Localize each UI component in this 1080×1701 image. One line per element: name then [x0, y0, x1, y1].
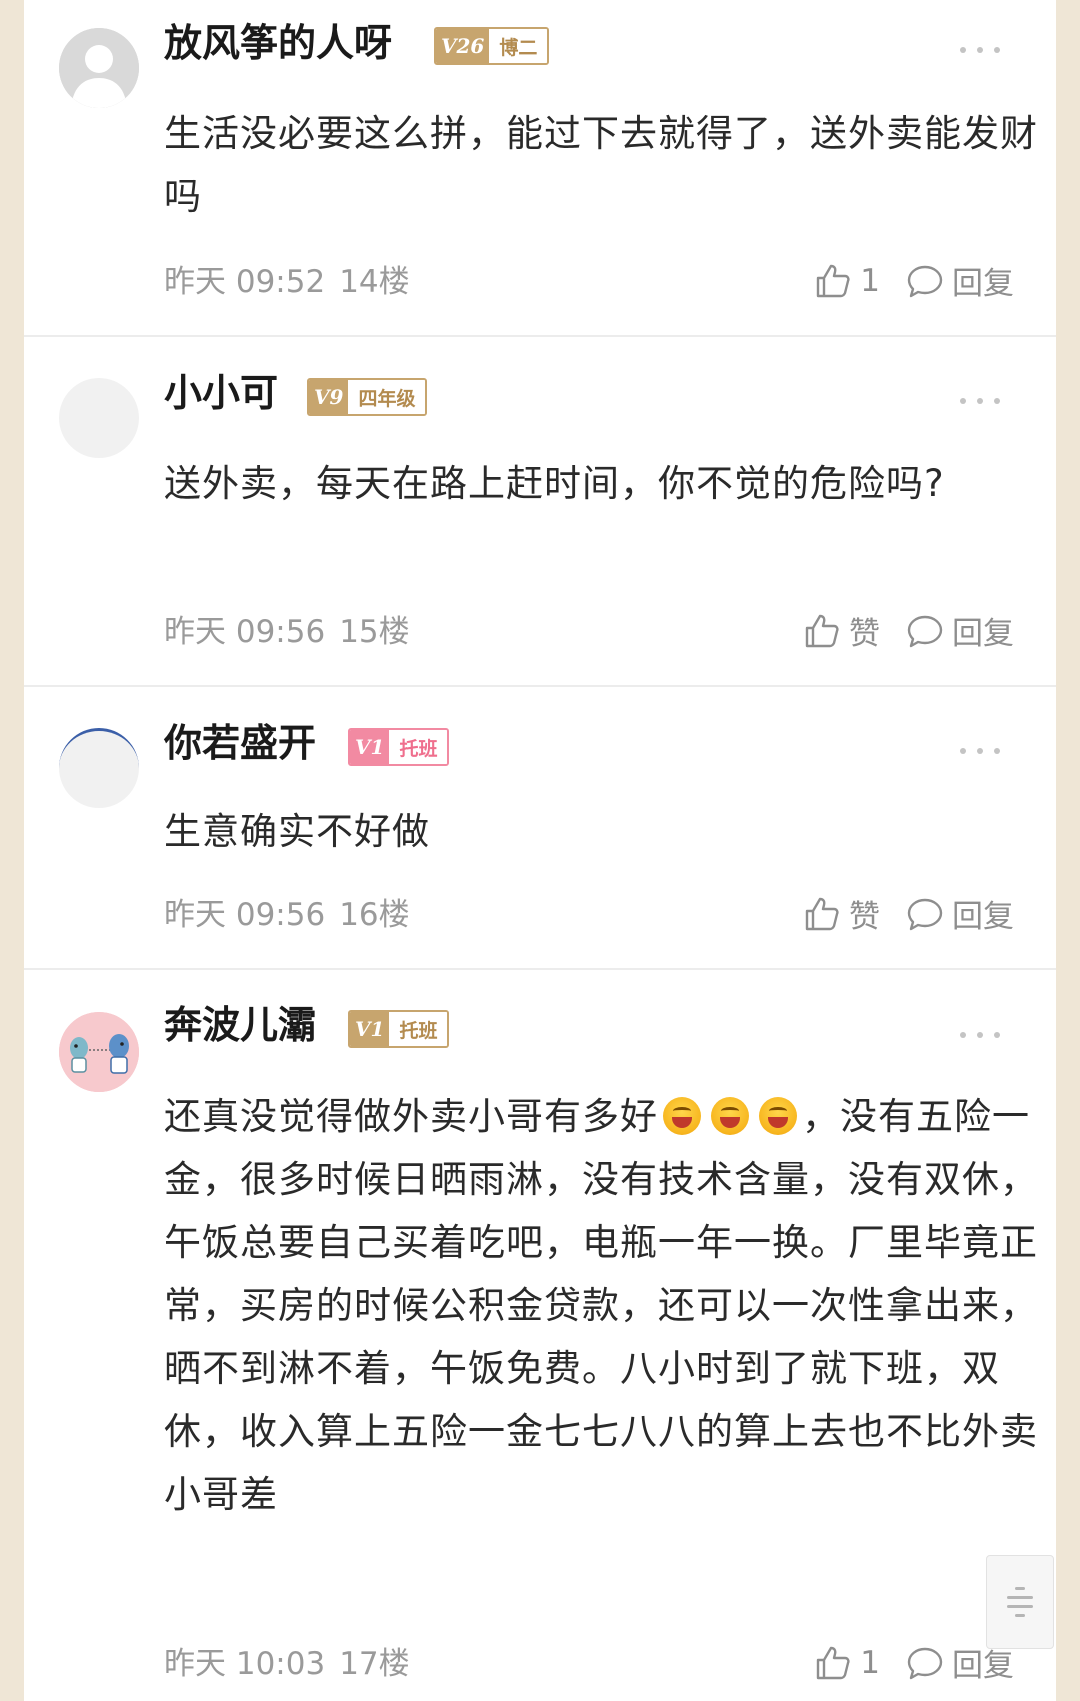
avatar[interactable]: [59, 728, 139, 808]
comment-text-part: 还真没觉得做外卖小哥有多好: [164, 1095, 658, 1138]
divider: [24, 968, 1056, 970]
comment-actions: 赞 回复: [803, 891, 1014, 936]
comment-meta: 昨天 10:03 17楼: [164, 1638, 410, 1683]
comment-time: 昨天 10:03: [164, 1646, 326, 1682]
divider: [24, 685, 1056, 687]
comment-floor: 17楼: [339, 1646, 410, 1682]
username[interactable]: 你若盛开: [164, 720, 316, 766]
laughing-emoji-icon: [759, 1097, 797, 1135]
speech-bubble-icon: [907, 615, 943, 647]
username[interactable]: 小小可: [164, 370, 278, 416]
level-title: 托班: [389, 730, 448, 764]
comment-floor: 14楼: [339, 264, 410, 300]
comment-meta: 昨天 09:56 15楼: [164, 606, 410, 651]
like-count: 1: [860, 262, 880, 299]
more-dots-icon[interactable]: [960, 746, 1000, 756]
level-badge: V26 博二: [434, 27, 550, 65]
level-badge: V9 四年级: [307, 378, 428, 416]
reply-label: 回复: [952, 616, 1014, 652]
like-button[interactable]: 赞: [803, 608, 880, 653]
like-label: 赞: [849, 616, 880, 652]
level-title: 博二: [489, 29, 548, 63]
level-label: V1: [350, 1012, 390, 1046]
comment-time: 昨天 09:52: [164, 264, 326, 300]
level-label: V1: [350, 730, 390, 764]
level-badge: V1 托班: [348, 728, 450, 766]
like-button[interactable]: 1: [814, 1644, 880, 1682]
comment-floor: 15楼: [339, 614, 410, 650]
like-count: 1: [860, 1644, 880, 1681]
comment-list: 放风筝的人呀 V26 博二 生活没必要这么拼，能过下去就得了，送外卖能发财吗 昨…: [24, 0, 1056, 1701]
avatar[interactable]: [59, 1012, 139, 1092]
divider: [24, 335, 1056, 337]
level-title: 托班: [389, 1012, 448, 1046]
default-avatar-icon: [59, 28, 139, 108]
comment-text: 生活没必要这么拼，能过下去就得了，送外卖能发财吗: [164, 112, 1038, 218]
thumbs-up-icon: [805, 897, 839, 930]
comment-actions: 1 回复: [814, 1640, 1014, 1685]
laughing-emoji-icon: [711, 1097, 749, 1135]
more-dots-icon[interactable]: [960, 396, 1000, 406]
comment-text: 生意确实不好做: [164, 810, 430, 853]
username[interactable]: 放风筝的人呀: [164, 20, 392, 66]
thumbs-up-icon: [805, 614, 839, 647]
reply-button[interactable]: 回复: [906, 608, 1014, 653]
avatar[interactable]: [59, 378, 139, 458]
reply-label: 回复: [952, 899, 1014, 935]
cartoon-avatar-icon: [59, 1012, 139, 1092]
speech-bubble-icon: [907, 898, 943, 930]
level-title: 四年级: [348, 380, 426, 414]
comment-actions: 赞 回复: [803, 608, 1014, 653]
comment-floor: 16楼: [339, 897, 410, 933]
reply-label: 回复: [952, 266, 1014, 302]
speech-bubble-icon: [907, 1647, 943, 1679]
reply-button[interactable]: 回复: [906, 891, 1014, 936]
comment-text: 送外卖，每天在路上赶时间，你不觉的危险吗?: [164, 462, 945, 505]
comment-meta: 昨天 09:56 16楼: [164, 889, 410, 934]
scroll-handle-icon[interactable]: [986, 1555, 1054, 1649]
level-badge: V1 托班: [348, 1010, 450, 1048]
laughing-emoji-icon: [663, 1097, 701, 1135]
comment-text-part: ，没有五险一金，很多时候日晒雨淋，没有技术含量，没有双休，午饭总要自己买着吃吧，…: [164, 1095, 1038, 1516]
level-label: V26: [436, 29, 490, 63]
like-button[interactable]: 1: [814, 262, 880, 300]
like-button[interactable]: 赞: [803, 891, 880, 936]
thumbs-up-icon: [817, 1646, 850, 1679]
thumbs-up-icon: [817, 264, 850, 297]
username[interactable]: 奔波儿灞: [164, 1002, 316, 1048]
comment-text: 还真没觉得做外卖小哥有多好 ，没有五险一金，很多时候日晒雨淋，没有技术含量，没有双…: [164, 1085, 1044, 1526]
comment-actions: 1 回复: [814, 258, 1014, 303]
avatar[interactable]: [59, 28, 139, 108]
reply-button[interactable]: 回复: [906, 258, 1014, 303]
like-label: 赞: [849, 899, 880, 935]
more-dots-icon[interactable]: [960, 1030, 1000, 1040]
comment-time: 昨天 09:56: [164, 614, 326, 650]
level-label: V9: [309, 380, 349, 414]
speech-bubble-icon: [907, 265, 943, 297]
comment-time: 昨天 09:56: [164, 897, 326, 933]
comment-meta: 昨天 09:52 14楼: [164, 256, 410, 301]
more-dots-icon[interactable]: [960, 45, 1000, 55]
